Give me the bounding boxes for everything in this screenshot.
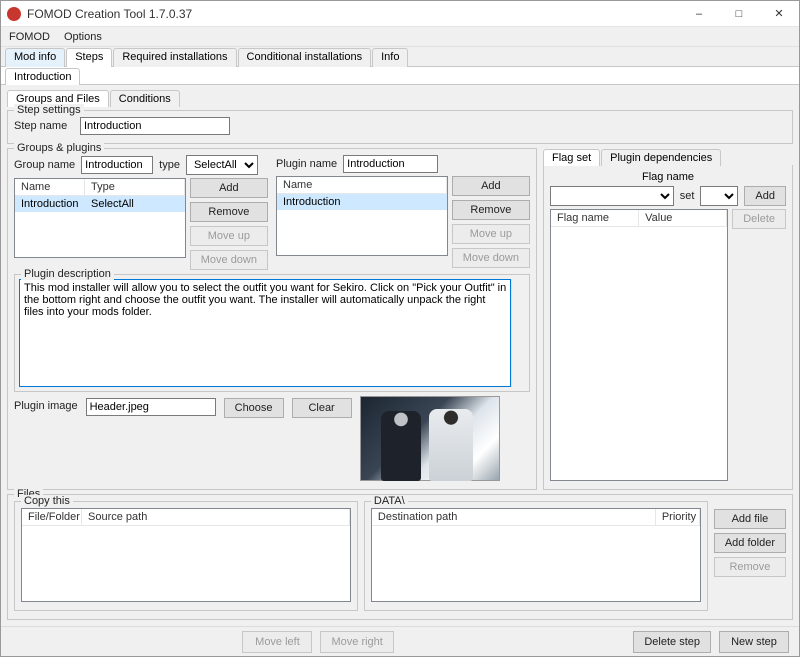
plugin-add-button[interactable]: Add: [452, 176, 530, 196]
plugin-image-label: Plugin image: [14, 396, 78, 412]
files-remove-button[interactable]: Remove: [714, 557, 786, 577]
group-movedown-button[interactable]: Move down: [190, 250, 268, 270]
step-settings-fieldset: Step settings Step name: [7, 110, 793, 144]
move-left-button[interactable]: Move left: [242, 631, 312, 653]
tab-flag-set[interactable]: Flag set: [543, 149, 600, 166]
group-remove-button[interactable]: Remove: [190, 202, 268, 222]
plugin-movedown-button[interactable]: Move down: [452, 248, 530, 268]
table-row[interactable]: Introduction: [277, 194, 447, 210]
add-file-button[interactable]: Add file: [714, 509, 786, 529]
maximize-button[interactable]: □: [719, 1, 759, 27]
flag-name-select[interactable]: [550, 186, 674, 206]
step-name-input[interactable]: [80, 117, 230, 135]
scrollbar[interactable]: [511, 279, 525, 387]
plugin-image-preview: [360, 396, 500, 481]
groups-plugins-fieldset: Groups & plugins Group name type SelectA…: [7, 148, 537, 490]
data-listview[interactable]: Destination path Priority: [371, 508, 701, 602]
choose-image-button[interactable]: Choose: [224, 398, 284, 418]
menu-options[interactable]: Options: [64, 31, 102, 43]
menu-fomod[interactable]: FOMOD: [9, 31, 50, 43]
group-add-button[interactable]: Add: [190, 178, 268, 198]
tab-conditional[interactable]: Conditional installations: [238, 48, 372, 67]
data-col-dest: Destination path: [372, 509, 656, 525]
group-type-label: type: [159, 159, 180, 171]
footer: Move left Move right Delete step New ste…: [1, 626, 799, 656]
clear-image-button[interactable]: Clear: [292, 398, 352, 418]
app-window: FOMOD Creation Tool 1.7.0.37 – □ ✕ FOMOD…: [0, 0, 800, 657]
step-settings-legend: Step settings: [14, 104, 84, 116]
app-icon: [7, 7, 21, 21]
sub-tabstrip: Introduction: [1, 67, 799, 85]
groups-plugins-legend: Groups & plugins: [14, 142, 104, 154]
tab-mod-info[interactable]: Mod info: [5, 48, 65, 67]
flag-col-value: Value: [639, 210, 727, 226]
tab-conditions[interactable]: Conditions: [110, 90, 180, 107]
plugins-listview[interactable]: Name Introduction: [276, 176, 448, 256]
add-folder-button[interactable]: Add folder: [714, 533, 786, 553]
minimize-button[interactable]: –: [679, 1, 719, 27]
files-fieldset: Files Copy this File/Folder Source path …: [7, 494, 793, 620]
plugin-name-input[interactable]: [343, 155, 438, 173]
move-right-button[interactable]: Move right: [320, 631, 393, 653]
menubar: FOMOD Options: [1, 27, 799, 47]
flag-set-fieldset: Flag name set Add Flag name Value: [543, 165, 793, 490]
plugin-name-label: Plugin name: [276, 158, 337, 170]
tab-steps[interactable]: Steps: [66, 48, 112, 67]
copy-this-legend: Copy this: [21, 495, 73, 507]
copy-col-source: Source path: [82, 509, 350, 525]
flag-name-label: Flag name: [550, 171, 786, 183]
step-content: Groups and Files Conditions Step setting…: [1, 85, 799, 626]
copy-this-fieldset: Copy this File/Folder Source path: [14, 501, 358, 611]
group-moveup-button[interactable]: Move up: [190, 226, 268, 246]
group-type-select[interactable]: SelectAll: [186, 155, 258, 175]
group-name-label: Group name: [14, 159, 75, 171]
plugin-description-textarea[interactable]: This mod installer will allow you to sel…: [19, 279, 511, 387]
table-row[interactable]: Introduction SelectAll: [15, 196, 185, 212]
plugin-image-input[interactable]: [86, 398, 216, 416]
data-fieldset: DATA\ Destination path Priority: [364, 501, 708, 611]
flag-add-button[interactable]: Add: [744, 186, 786, 206]
plugin-description-legend: Plugin description: [21, 268, 114, 280]
groups-col-type: Type: [85, 179, 185, 195]
groups-listview[interactable]: Name Type Introduction SelectAll: [14, 178, 186, 258]
plugin-remove-button[interactable]: Remove: [452, 200, 530, 220]
window-title: FOMOD Creation Tool 1.7.0.37: [27, 7, 679, 21]
data-col-priority: Priority: [656, 509, 700, 525]
data-legend: DATA\: [371, 495, 408, 507]
plugin-moveup-button[interactable]: Move up: [452, 224, 530, 244]
step-name-label: Step name: [14, 120, 74, 132]
close-button[interactable]: ✕: [759, 1, 799, 27]
tab-plugin-deps[interactable]: Plugin dependencies: [601, 149, 721, 166]
group-name-input[interactable]: [81, 156, 153, 174]
flag-delete-button[interactable]: Delete: [732, 209, 786, 229]
flag-set-label: set: [680, 190, 695, 202]
gc-tabstrip: Groups and Files Conditions: [7, 89, 793, 106]
flags-listview[interactable]: Flag name Value: [550, 209, 728, 481]
main-tabstrip: Mod info Steps Required installations Co…: [1, 47, 799, 67]
plugins-col-name: Name: [277, 177, 447, 193]
flag-value-select[interactable]: [700, 186, 738, 206]
tab-required[interactable]: Required installations: [113, 48, 236, 67]
new-step-button[interactable]: New step: [719, 631, 789, 653]
flag-panel: Flag set Plugin dependencies Flag name s…: [543, 148, 793, 490]
groups-col-name: Name: [15, 179, 85, 195]
flag-col-name: Flag name: [551, 210, 639, 226]
plugin-description-fieldset: Plugin description This mod installer wi…: [14, 274, 530, 392]
tab-info[interactable]: Info: [372, 48, 408, 67]
copy-listview[interactable]: File/Folder Source path: [21, 508, 351, 602]
titlebar: FOMOD Creation Tool 1.7.0.37 – □ ✕: [1, 1, 799, 27]
sub-tab-introduction[interactable]: Introduction: [5, 68, 80, 85]
delete-step-button[interactable]: Delete step: [633, 631, 711, 653]
copy-col-filefolder: File/Folder: [22, 509, 82, 525]
